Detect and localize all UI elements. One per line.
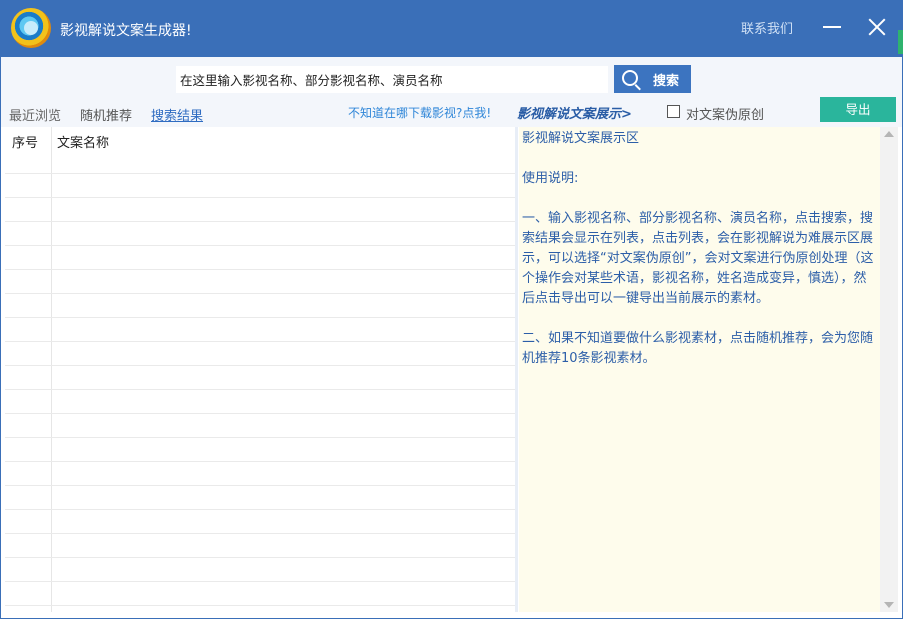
usage-paragraph-2: 二、如果不知道要做什么影视素材，点击随机推荐，会为您随机推荐10条影视素材。 <box>522 331 874 366</box>
usage-paragraph-1: 一、输入影视名称、部分影视名称、演员名称，点击搜索，搜索结果会显示在列表，点击列… <box>522 211 874 306</box>
list-header: 序号 文案名称 <box>5 127 515 153</box>
display-area-title: 影视解说文案展示区 <box>522 131 640 146</box>
display-heading: 影视解说文案展示> <box>517 107 632 122</box>
list-rows <box>5 173 515 612</box>
app-logo-icon <box>11 8 51 48</box>
table-row[interactable] <box>5 269 515 293</box>
tab-search-results[interactable]: 搜索结果 <box>151 105 203 124</box>
table-row[interactable] <box>5 605 515 612</box>
usage-title: 使用说明: <box>522 171 579 186</box>
search-icon <box>622 70 638 86</box>
table-row[interactable] <box>5 317 515 341</box>
download-help-link[interactable]: 不知道在哪下载影视?点我! <box>348 104 491 121</box>
tab-random[interactable]: 随机推荐 <box>80 105 132 124</box>
edge-accent <box>898 30 903 54</box>
table-row[interactable] <box>5 485 515 509</box>
panel-divider <box>515 127 518 612</box>
pseudo-original-label[interactable]: 对文案伪原创 <box>686 104 764 123</box>
table-row[interactable] <box>5 581 515 605</box>
display-area[interactable]: 影视解说文案展示区 使用说明: 一、输入影视名称、部分影视名称、演员名称，点击搜… <box>519 127 880 612</box>
column-header-number: 序号 <box>12 136 39 151</box>
table-row[interactable] <box>5 293 515 317</box>
table-row[interactable] <box>5 461 515 485</box>
table-row[interactable] <box>5 557 515 581</box>
result-list[interactable]: 序号 文案名称 <box>5 127 515 612</box>
table-row[interactable] <box>5 413 515 437</box>
tab-recent[interactable]: 最近浏览 <box>9 105 61 124</box>
display-scrollbar[interactable] <box>880 127 898 612</box>
contact-us-link[interactable]: 联系我们 <box>741 18 793 37</box>
close-icon[interactable] <box>864 14 890 40</box>
table-row[interactable] <box>5 509 515 533</box>
scroll-down-icon[interactable] <box>884 602 894 608</box>
scroll-up-icon[interactable] <box>884 131 894 137</box>
table-row[interactable] <box>5 221 515 245</box>
table-row[interactable] <box>5 365 515 389</box>
column-header-name: 文案名称 <box>57 136 110 151</box>
title-bar: 影视解说文案生成器! 联系我们 <box>0 0 903 57</box>
table-row[interactable] <box>5 437 515 461</box>
app-title: 影视解说文案生成器! <box>60 23 192 39</box>
table-row[interactable] <box>5 389 515 413</box>
search-button[interactable]: 搜索 <box>614 65 691 93</box>
search-input[interactable] <box>176 66 608 93</box>
pseudo-original-checkbox[interactable] <box>667 105 680 118</box>
table-row[interactable] <box>5 173 515 197</box>
search-button-label: 搜索 <box>653 74 680 89</box>
minimize-icon[interactable] <box>820 14 844 40</box>
table-row[interactable] <box>5 197 515 221</box>
table-row[interactable] <box>5 341 515 365</box>
table-row[interactable] <box>5 533 515 557</box>
export-button[interactable]: 导出 <box>820 97 896 122</box>
table-row[interactable] <box>5 245 515 269</box>
